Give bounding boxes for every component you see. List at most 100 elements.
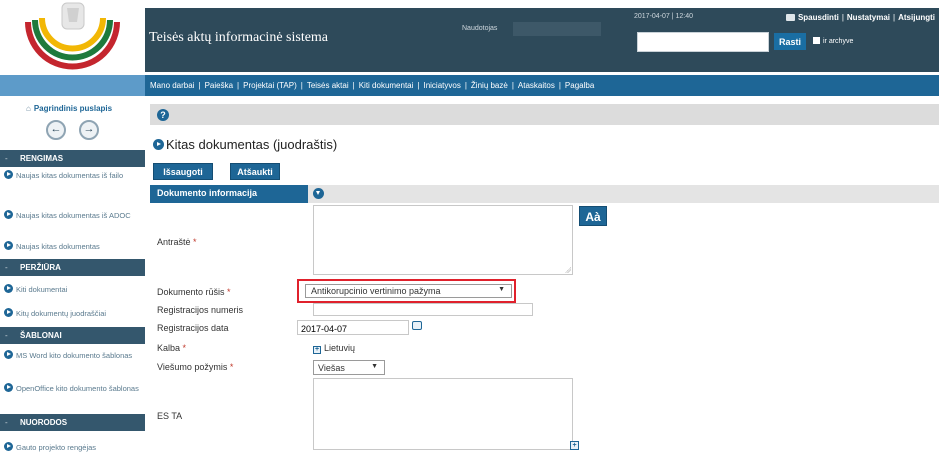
printer-icon[interactable]: [785, 14, 795, 21]
save-button[interactable]: Išsaugoti: [153, 163, 213, 180]
arrow-circle-icon: [153, 139, 164, 150]
app-title: Teisės aktų informacinė sistema: [149, 30, 329, 45]
visibility-select[interactable]: Viešas ▼: [313, 360, 385, 375]
registration-number-input[interactable]: [313, 303, 533, 316]
sidebar-item-openoffice-template[interactable]: OpenOffice kito dokumento šablonas: [4, 383, 142, 393]
sidebar-item-label: Gauto projekto rengėjas: [16, 443, 97, 452]
section-sablonai[interactable]: - ŠABLONAI: [0, 327, 145, 344]
help-icon[interactable]: ?: [157, 109, 169, 121]
expand-section-icon[interactable]: [313, 188, 324, 199]
separator: |: [300, 81, 303, 90]
document-type-label: Dokumento rūšis *: [157, 287, 231, 297]
nav-reports[interactable]: Ataskaitos: [518, 81, 555, 90]
arrow-circle-icon: [4, 442, 13, 451]
sidebar-item-label: MS Word kito dokumento šablonas: [16, 351, 133, 360]
nav-initiatives[interactable]: Iniciatyvos: [423, 81, 460, 90]
logo: [0, 0, 145, 75]
separator: |: [352, 81, 355, 90]
print-link[interactable]: Spausdinti: [798, 13, 839, 22]
language-value: Lietuvių: [324, 343, 356, 353]
registration-date-input[interactable]: [297, 320, 409, 335]
required-mark: *: [227, 287, 231, 297]
search-input[interactable]: [637, 32, 769, 52]
nav-legal-acts[interactable]: Teisės aktai: [307, 81, 349, 90]
section-perziura[interactable]: - PERŽIŪRA: [0, 259, 145, 276]
separator: |: [198, 81, 201, 90]
nav-search[interactable]: Paieška: [205, 81, 233, 90]
arrow-circle-icon: [4, 170, 13, 179]
archive-checkbox-group[interactable]: ir archyve: [813, 37, 853, 45]
forward-arrow-icon[interactable]: →: [79, 120, 99, 140]
section-header: Dokumento informacija: [150, 185, 939, 203]
sidebar-item-drafts[interactable]: Kitų dokumentų juodraščiai: [4, 308, 142, 318]
arrow-circle-icon: [4, 350, 13, 359]
arrow-circle-icon: [4, 241, 13, 250]
page-title: Kitas dokumentas (juodraštis): [153, 137, 337, 152]
collapse-icon: -: [5, 263, 8, 272]
sidebar: ⌂ Pagrindinis puslapis ← → - RENGIMAS Nauj…: [0, 96, 145, 453]
separator: |: [237, 81, 240, 90]
resize-handle-icon[interactable]: [565, 267, 571, 273]
section-title: RENGIMAS: [20, 154, 64, 163]
section-rengimas[interactable]: - RENGIMAS: [0, 150, 145, 167]
registration-date-label: Registracijos data: [157, 323, 229, 333]
archive-label: ir archyve: [823, 38, 854, 45]
cancel-button[interactable]: Atšaukti: [230, 163, 280, 180]
collapse-icon: -: [5, 331, 8, 340]
document-type-select[interactable]: Antikorupcinio vertinimo pažyma ▼: [305, 284, 512, 298]
title-textarea[interactable]: [313, 205, 573, 275]
sidebar-item-label: OpenOffice kito dokumento šablonas: [16, 384, 139, 393]
calendar-icon[interactable]: [412, 321, 422, 330]
nav-projects[interactable]: Projektai (TAP): [243, 81, 297, 90]
collapse-icon: -: [5, 154, 8, 163]
sidebar-item-new-from-file[interactable]: Naujas kitas dokumentas iš failo: [4, 170, 142, 180]
sidebar-item-project-author[interactable]: Gauto projekto rengėjas: [4, 442, 142, 452]
dropdown-arrow-icon: ▼: [371, 363, 378, 370]
sidebar-item-other-documents[interactable]: Kiti dokumentai: [4, 284, 142, 294]
nav-help[interactable]: Pagalba: [565, 81, 594, 90]
special-characters-button[interactable]: Aà: [579, 206, 607, 226]
logout-link[interactable]: Atsijungti: [898, 13, 935, 22]
home-link[interactable]: ⌂ Pagrindinis puslapis: [26, 104, 112, 113]
separator: |: [417, 81, 420, 90]
sidebar-item-new-document[interactable]: Naujas kitas dokumentas: [4, 241, 142, 251]
sidebar-item-ms-word-template[interactable]: MS Word kito dokumento šablonas: [4, 350, 142, 360]
required-mark: *: [182, 343, 187, 353]
section-nuorodos[interactable]: - NUORODOS: [0, 414, 145, 431]
es-ta-label: ES TA: [157, 411, 183, 421]
sidebar-item-label: Naujas kitas dokumentas: [16, 242, 100, 251]
page-title-text: Kitas dokumentas (juodraštis): [166, 137, 338, 152]
es-ta-textarea[interactable]: [313, 378, 573, 450]
main-nav: Mano darbai | Paieška | Projektai (TAP) | Teis…: [145, 75, 939, 96]
archive-checkbox[interactable]: [813, 37, 820, 44]
section-title: ŠABLONAI: [20, 331, 62, 340]
separator: |: [464, 81, 467, 90]
separator: |: [893, 13, 896, 22]
coat-of-arms-logo: [25, 2, 120, 70]
nav-other-documents[interactable]: Kiti dokumentai: [359, 81, 414, 90]
section-title: PERŽIŪRA: [20, 263, 61, 272]
settings-link[interactable]: Nustatymai: [847, 13, 890, 22]
back-arrow-icon[interactable]: ←: [46, 120, 66, 140]
language-item[interactable]: + Lietuvių: [313, 343, 355, 354]
nav-my-work[interactable]: Mano darbai: [150, 81, 194, 90]
language-label: Kalba *: [157, 343, 186, 353]
section-title: NUORODOS: [20, 418, 68, 427]
required-mark: *: [193, 237, 197, 247]
arrow-circle-icon: [4, 383, 13, 392]
document-type-label-text: Dokumento rūšis: [157, 287, 225, 297]
sidebar-item-new-from-adoc[interactable]: Naujas kitas dokumentas iš ADOC: [4, 210, 142, 220]
visibility-value: Viešas: [318, 363, 345, 373]
expand-icon[interactable]: +: [313, 346, 321, 354]
arrow-circle-icon: [4, 210, 13, 219]
home-link-label: Pagrindinis puslapis: [33, 104, 113, 113]
header-bar: Teisės aktų informacinė sistema Naudotoj…: [145, 8, 939, 72]
sidebar-top-strip: [0, 75, 145, 96]
sidebar-item-label: Kitų dokumentų juodraščiai: [16, 309, 107, 318]
separator: |: [841, 13, 844, 22]
required-mark: *: [229, 362, 234, 372]
nav-knowledge-base[interactable]: Žinių bazė: [471, 81, 508, 90]
search-button[interactable]: Rasti: [774, 33, 806, 50]
add-icon[interactable]: +: [570, 441, 579, 450]
dropdown-arrow-icon: ▼: [498, 286, 505, 293]
